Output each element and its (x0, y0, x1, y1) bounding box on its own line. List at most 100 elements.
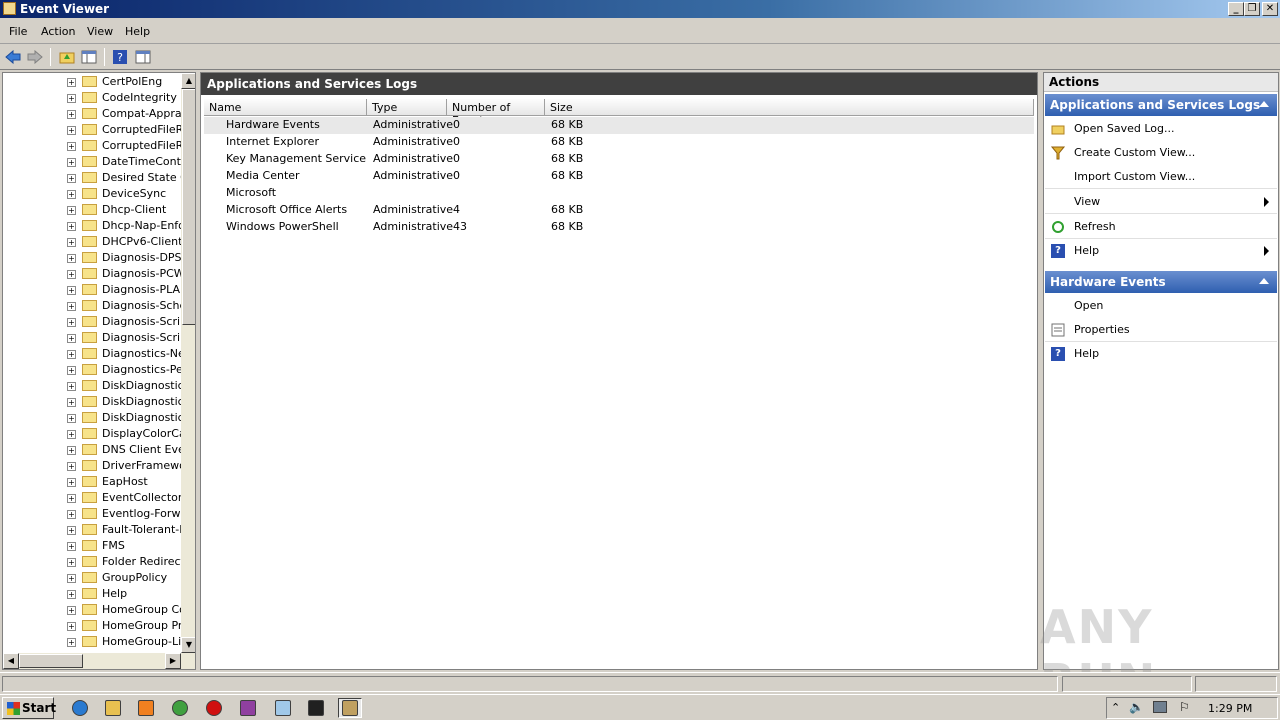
notepad-icon[interactable] (271, 698, 295, 718)
log-row[interactable]: Internet Explorer Administrative 0 68 KB (204, 134, 1034, 151)
expand-icon[interactable]: + (67, 350, 76, 359)
action-help[interactable]: ? Help (1045, 239, 1277, 263)
show-hide-action-pane-icon[interactable] (134, 48, 152, 66)
tree-item[interactable]: + DisplayColorCalil (3, 426, 181, 442)
expand-icon[interactable]: + (67, 558, 76, 567)
log-row[interactable]: Microsoft Office Alerts Administrative 4 68… (204, 202, 1034, 219)
expand-icon[interactable]: + (67, 190, 76, 199)
tree-item[interactable]: + HomeGroup Prov (3, 618, 181, 634)
expand-icon[interactable]: + (67, 590, 76, 599)
network-icon[interactable] (1153, 701, 1167, 713)
explorer-folder-icon[interactable] (101, 698, 125, 718)
close-button[interactable]: ✕ (1262, 2, 1278, 16)
tree-item[interactable]: + Diagnosis-PLA (3, 282, 181, 298)
expand-icon[interactable]: + (67, 318, 76, 327)
scroll-up-icon[interactable]: ▲ (181, 73, 195, 89)
back-arrow-icon[interactable] (4, 48, 22, 66)
expand-icon[interactable]: + (67, 622, 76, 631)
tree-item[interactable]: + CorruptedFileRe (3, 138, 181, 154)
expand-icon[interactable]: + (67, 366, 76, 375)
tree-item[interactable]: + Help (3, 586, 181, 602)
column-type[interactable]: Type (367, 99, 447, 116)
action-import-custom-view[interactable]: Import Custom View... (1045, 165, 1277, 189)
action-help[interactable]: ? Help (1045, 342, 1277, 366)
scroll-left-icon[interactable]: ◀ (3, 653, 19, 669)
tree-horizontal-scrollbar[interactable]: ◀ ▶ (3, 653, 195, 669)
expand-icon[interactable]: + (67, 238, 76, 247)
tree-item[interactable]: + HomeGroup-Liste (3, 634, 181, 650)
show-hidden-icons-icon[interactable]: ⌃ (1111, 701, 1120, 714)
clock[interactable]: 1:29 PM (1208, 702, 1252, 715)
show-hide-tree-icon[interactable] (80, 48, 98, 66)
tree-item[interactable]: + Diagnosis-Script (3, 314, 181, 330)
menu-file[interactable]: File (9, 25, 27, 38)
tree-item[interactable]: + Diagnosis-PCW (3, 266, 181, 282)
tree-item[interactable]: + Diagnosis-DPS (3, 250, 181, 266)
expand-icon[interactable]: + (67, 542, 76, 551)
tree-item[interactable]: + DeviceSync (3, 186, 181, 202)
action-create-custom-view[interactable]: Create Custom View... (1045, 141, 1277, 165)
column-number-of-events[interactable]: Number of Events (447, 99, 545, 127)
expand-icon[interactable]: + (67, 478, 76, 487)
tree-item[interactable]: + Diagnostics-Netw (3, 346, 181, 362)
expand-icon[interactable]: + (67, 430, 76, 439)
tree-item[interactable]: + DiskDiagnosticDa (3, 394, 181, 410)
chrome-icon[interactable] (168, 698, 192, 718)
menu-help[interactable]: Help (125, 25, 150, 38)
up-folder-icon[interactable] (58, 48, 76, 66)
tree-item[interactable]: + Dhcp-Client (3, 202, 181, 218)
expand-icon[interactable]: + (67, 286, 76, 295)
expand-icon[interactable]: + (67, 302, 76, 311)
expand-icon[interactable]: + (67, 270, 76, 279)
expand-icon[interactable]: + (67, 414, 76, 423)
tree-item[interactable]: + Fault-Tolerant-H (3, 522, 181, 538)
media-player-icon[interactable] (134, 698, 158, 718)
section-applications-and-services-logs[interactable]: Applications and Services Logs (1045, 94, 1277, 116)
action-center-flag-icon[interactable]: ⚐ (1179, 700, 1190, 714)
expand-icon[interactable]: + (67, 574, 76, 583)
tree-item[interactable]: + CertPolEng (3, 74, 181, 90)
tree-hscroll-thumb[interactable] (19, 654, 83, 668)
tree-item[interactable]: + GroupPolicy (3, 570, 181, 586)
tree-item[interactable]: + DNS Client Even (3, 442, 181, 458)
expand-icon[interactable]: + (67, 494, 76, 503)
expand-icon[interactable]: + (67, 222, 76, 231)
maximize-button[interactable]: ❐ (1244, 2, 1260, 16)
tree-item[interactable]: + CorruptedFileRe (3, 122, 181, 138)
tree-vertical-scrollbar[interactable]: ▲ ▼ (181, 73, 195, 653)
minimize-button[interactable]: _ (1228, 2, 1244, 16)
expand-icon[interactable]: + (67, 206, 76, 215)
tree-item[interactable]: + EapHost (3, 474, 181, 490)
menu-action[interactable]: Action (41, 25, 75, 38)
tree-item[interactable]: + DriverFramewor (3, 458, 181, 474)
column-size[interactable]: Size (545, 99, 1034, 116)
tree-item[interactable]: + DateTimeContro (3, 154, 181, 170)
expand-icon[interactable]: + (67, 398, 76, 407)
expand-icon[interactable]: + (67, 78, 76, 87)
expand-icon[interactable]: + (67, 142, 76, 151)
tree-item[interactable]: + DiskDiagnostic (3, 378, 181, 394)
expand-icon[interactable]: + (67, 94, 76, 103)
tree-item[interactable]: + Diagnostics-Perf (3, 362, 181, 378)
log-row[interactable]: Microsoft (204, 185, 1034, 202)
scroll-right-icon[interactable]: ▶ (165, 653, 181, 669)
action-open-saved-log[interactable]: Open Saved Log... (1045, 117, 1277, 141)
expand-icon[interactable]: + (67, 462, 76, 471)
section-hardware-events[interactable]: Hardware Events (1045, 271, 1277, 293)
tree-item[interactable]: + EventCollector (3, 490, 181, 506)
tree-item[interactable]: + Diagnosis-Sched (3, 298, 181, 314)
expand-icon[interactable]: + (67, 606, 76, 615)
cmd-icon[interactable] (304, 698, 328, 718)
tree-scroll-thumb[interactable] (182, 89, 195, 325)
tree-item[interactable]: + Folder Redirectic (3, 554, 181, 570)
tree-item[interactable]: + DiskDiagnosticRe (3, 410, 181, 426)
tree-item[interactable]: + CodeIntegrity (3, 90, 181, 106)
menu-view[interactable]: View (87, 25, 113, 38)
expand-icon[interactable]: + (67, 126, 76, 135)
tree-item[interactable]: + Eventlog-Forwar (3, 506, 181, 522)
action-properties[interactable]: Properties (1045, 318, 1277, 342)
expand-icon[interactable]: + (67, 334, 76, 343)
log-row[interactable]: Key Management Service Administrative 0 68 … (204, 151, 1034, 168)
tree-item[interactable]: + FMS (3, 538, 181, 554)
expand-icon[interactable]: + (67, 158, 76, 167)
